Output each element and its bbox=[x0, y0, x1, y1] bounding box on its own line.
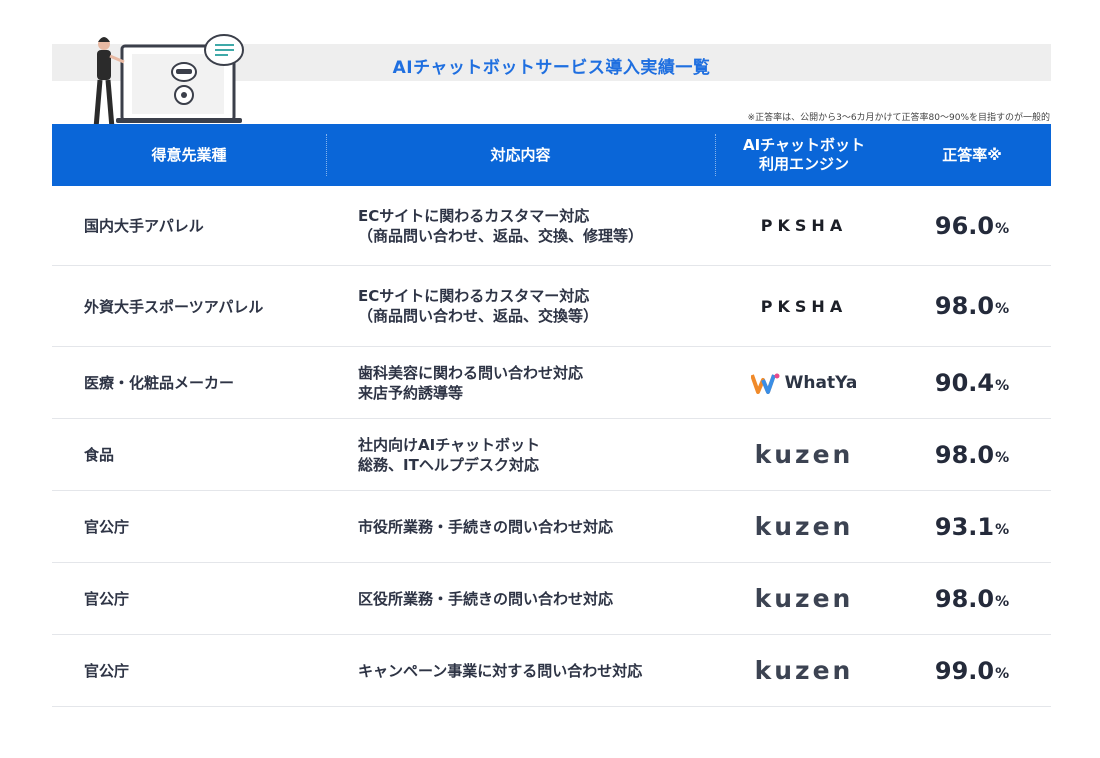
rate-cell: 99.0% bbox=[893, 635, 1051, 706]
rate-value: 98.0 bbox=[934, 440, 995, 469]
kuzen-logo: kuzen bbox=[754, 512, 854, 541]
content-cell: 区役所業務・手続きの問い合わせ対応 bbox=[358, 563, 718, 634]
rate-unit: % bbox=[995, 449, 1010, 466]
kuzen-logo: kuzen bbox=[754, 656, 854, 685]
content-line: ECサイトに関わるカスタマー対応 bbox=[358, 287, 590, 305]
content-cell: 歯科美容に関わる問い合わせ対応 来店予約誘導等 bbox=[358, 347, 718, 418]
header-divider bbox=[326, 134, 327, 176]
table-row: 官公庁 キャンペーン事業に対する問い合わせ対応 kuzen 99.0% bbox=[52, 635, 1051, 707]
rate-cell: 98.0% bbox=[893, 266, 1051, 346]
header-content: 対応内容 bbox=[490, 145, 551, 164]
industry-cell: 国内大手アパレル bbox=[84, 217, 204, 235]
industry-cell: 官公庁 bbox=[84, 518, 130, 536]
rate-value: 90.4 bbox=[934, 368, 995, 397]
industry-cell: 官公庁 bbox=[84, 662, 130, 680]
pksha-logo: PKSHA bbox=[760, 216, 848, 235]
whatya-logo-text: WhatYa bbox=[784, 372, 858, 393]
content-line: （商品問い合わせ、返品、交換、修理等） bbox=[358, 226, 644, 245]
content-cell: ECサイトに関わるカスタマー対応 （商品問い合わせ、返品、交換、修理等） bbox=[358, 186, 718, 265]
kuzen-logo: kuzen bbox=[754, 584, 854, 613]
industry-cell: 外資大手スポーツアパレル bbox=[84, 297, 264, 316]
content-line: 社内向けAIチャットボット bbox=[358, 435, 541, 454]
table-row: 外資大手スポーツアパレル ECサイトに関わるカスタマー対応 （商品問い合わせ、返… bbox=[52, 266, 1051, 347]
content-cell: 市役所業務・手続きの問い合わせ対応 bbox=[358, 491, 718, 562]
engine-cell: WhatYa bbox=[715, 347, 893, 418]
header-divider bbox=[715, 134, 716, 176]
pksha-logo: PKSHA bbox=[760, 296, 848, 316]
table-row: 食品 社内向けAIチャットボット 総務、ITヘルプデスク対応 kuzen 98.… bbox=[52, 419, 1051, 491]
content-line: 歯科美容に関わる問い合わせ対応 bbox=[358, 363, 584, 382]
chatbot-illustration bbox=[93, 34, 244, 129]
rate-value: 96.0 bbox=[934, 211, 995, 240]
rate-unit: % bbox=[995, 377, 1010, 394]
content-line: 来店予約誘導等 bbox=[358, 383, 464, 402]
rate-cell: 98.0% bbox=[893, 419, 1051, 490]
header-engine-line1: AIチャットボット bbox=[742, 136, 866, 154]
rate-unit: % bbox=[995, 521, 1010, 538]
industry-cell: 医療・化粧品メーカー bbox=[84, 374, 235, 392]
whatya-w-icon bbox=[750, 373, 780, 394]
whatya-logo: WhatYa bbox=[750, 372, 858, 394]
engine-cell: PKSHA bbox=[715, 186, 893, 265]
rate-unit: % bbox=[995, 665, 1010, 682]
header-engine: AIチャットボット 利用エンジン bbox=[715, 124, 893, 186]
engine-cell: kuzen bbox=[715, 419, 893, 490]
rate-value: 93.1 bbox=[934, 512, 995, 541]
industry-cell: 官公庁 bbox=[84, 590, 130, 608]
rate-cell: 93.1% bbox=[893, 491, 1051, 562]
rate-cell: 98.0% bbox=[893, 563, 1051, 634]
table-header: 得意先業種 対応内容 AIチャットボット 利用エンジン 正答率※ bbox=[52, 124, 1051, 186]
content-cell: キャンペーン事業に対する問い合わせ対応 bbox=[358, 635, 718, 706]
table-row: 医療・化粧品メーカー 歯科美容に関わる問い合わせ対応 来店予約誘導等 WhatY… bbox=[52, 347, 1051, 419]
rate-cell: 90.4% bbox=[893, 347, 1051, 418]
rate-value: 98.0 bbox=[934, 292, 995, 320]
content-line: キャンペーン事業に対する問い合わせ対応 bbox=[358, 661, 643, 680]
rate-value: 98.0 bbox=[934, 584, 995, 613]
table-body: 国内大手アパレル ECサイトに関わるカスタマー対応 （商品問い合わせ、返品、交換… bbox=[52, 186, 1051, 707]
content-line: 区役所業務・手続きの問い合わせ対応 bbox=[358, 589, 614, 608]
rate-unit: % bbox=[995, 301, 1010, 317]
rate-value: 99.0 bbox=[934, 656, 995, 685]
kuzen-logo: kuzen bbox=[754, 440, 854, 469]
table-row: 国内大手アパレル ECサイトに関わるカスタマー対応 （商品問い合わせ、返品、交換… bbox=[52, 186, 1051, 266]
content-cell: ECサイトに関わるカスタマー対応 （商品問い合わせ、返品、交換等） bbox=[358, 266, 718, 346]
content-cell: 社内向けAIチャットボット 総務、ITヘルプデスク対応 bbox=[358, 419, 718, 490]
industry-cell: 食品 bbox=[84, 446, 115, 464]
content-line: （商品問い合わせ、返品、交換等） bbox=[358, 307, 599, 325]
engine-cell: kuzen bbox=[715, 491, 893, 562]
engine-cell: kuzen bbox=[715, 563, 893, 634]
content-line: 市役所業務・手続きの問い合わせ対応 bbox=[358, 517, 614, 536]
header-industry: 得意先業種 bbox=[151, 145, 227, 164]
engine-cell: kuzen bbox=[715, 635, 893, 706]
table-row: 官公庁 区役所業務・手続きの問い合わせ対応 kuzen 98.0% bbox=[52, 563, 1051, 635]
content-line: 総務、ITヘルプデスク対応 bbox=[358, 455, 539, 474]
footnote: ※正答率は、公開から3〜6カ月かけて正答率80〜90%を目指すのが一般的 bbox=[747, 113, 1050, 123]
header-engine-line2: 利用エンジン bbox=[758, 155, 849, 173]
header-rate: 正答率※ bbox=[942, 145, 1002, 164]
table-row: 官公庁 市役所業務・手続きの問い合わせ対応 kuzen 93.1% bbox=[52, 491, 1051, 563]
rate-unit: % bbox=[995, 593, 1010, 610]
rate-cell: 96.0% bbox=[893, 186, 1051, 265]
engine-cell: PKSHA bbox=[715, 266, 893, 346]
content-line: ECサイトに関わるカスタマー対応 bbox=[358, 206, 590, 225]
rate-unit: % bbox=[995, 220, 1010, 237]
